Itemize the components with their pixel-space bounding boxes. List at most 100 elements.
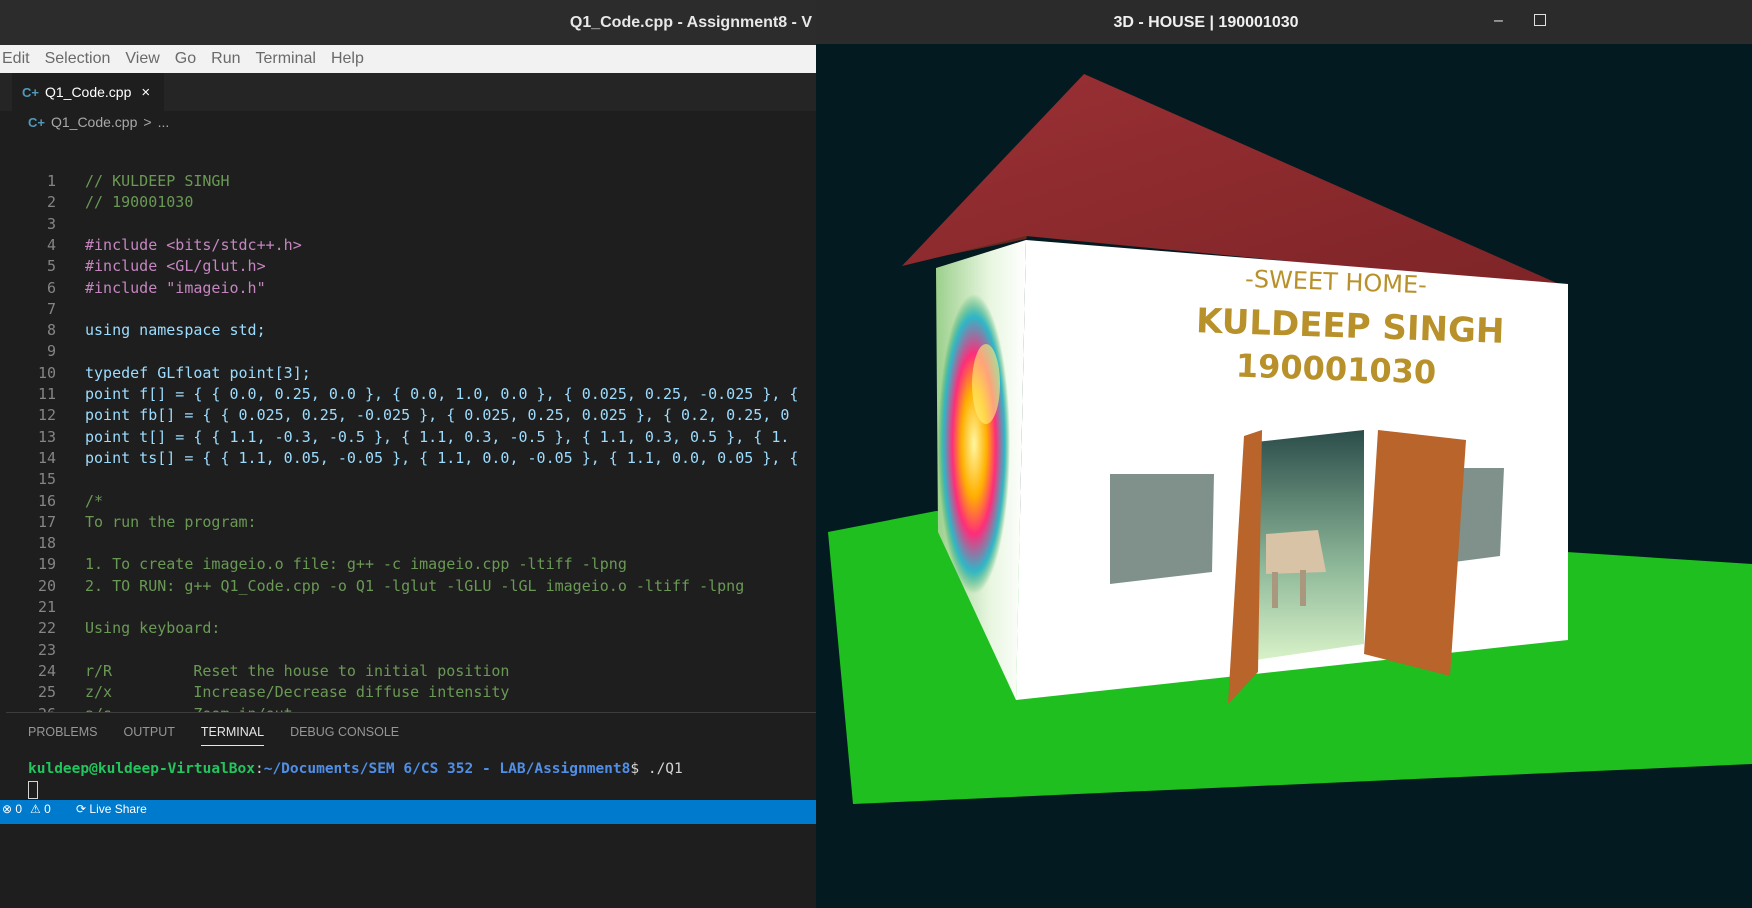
code-line[interactable]: 14 point ts[] = { { 1.1, 0.05, -0.05 }, {…	[0, 449, 816, 470]
gl-titlebar[interactable]: 3D - HOUSE | 190001030 –	[816, 0, 1752, 44]
code-editor[interactable]: 1 // KULDEEP SINGH 2 // 190001030 3 4 #include…	[0, 172, 816, 712]
code-line[interactable]: 5 #include <GL/glut.h>	[0, 257, 816, 278]
line-number: 23	[37, 640, 56, 659]
code-text: a/s Zoom in/out	[85, 705, 293, 713]
close-icon[interactable]: ×	[141, 84, 150, 101]
tab-q1-code[interactable]: C+ Q1_Code.cpp ×	[12, 73, 164, 111]
line-number: 12	[37, 406, 56, 425]
table-leg	[1300, 570, 1306, 606]
line-number: 6	[46, 278, 56, 297]
terminal-prompt-symbol: $	[630, 761, 648, 777]
code-line[interactable]: 2 // 190001030	[0, 193, 816, 214]
code-line[interactable]: 15	[0, 470, 816, 491]
terminal-command: ./Q1	[647, 761, 683, 777]
breadcrumb: C+ Q1_Code.cpp > ...	[28, 114, 169, 130]
code-line[interactable]: 4 #include <bits/stdc++.h>	[0, 236, 816, 257]
code-line[interactable]: 11 point f[] = { { 0.0, 0.25, 0.0 }, { 0.…	[0, 385, 816, 406]
line-number: 5	[46, 257, 56, 276]
line-number: 17	[37, 512, 56, 531]
code-line[interactable]: 22 Using keyboard:	[0, 619, 816, 640]
code-text: point ts[] = { { 1.1, 0.05, -0.05 }, { 1…	[85, 448, 799, 467]
opengl-window: 3D - HOUSE | 190001030 – -SWEET HOME- KU…	[816, 0, 1752, 908]
code-line[interactable]: 12 point fb[] = { { 0.025, 0.25, -0.025 }…	[0, 406, 816, 427]
code-text: #include "imageio.h"	[85, 278, 266, 297]
code-line[interactable]: 18	[0, 534, 816, 555]
gl-window-title: 3D - HOUSE | 190001030	[1113, 14, 1299, 31]
code-line[interactable]: 7	[0, 300, 816, 321]
line-number: 11	[37, 385, 56, 403]
line-number: 8	[46, 321, 56, 340]
code-text: typedef GLfloat point[3];	[85, 363, 311, 382]
code-text: To run the program:	[85, 512, 257, 531]
menu-run[interactable]: Run	[211, 50, 240, 68]
breadcrumb-more[interactable]: ...	[158, 114, 170, 130]
table-top	[1266, 530, 1326, 574]
code-line[interactable]: 26 a/s Zoom in/out	[0, 705, 816, 713]
live-share-button[interactable]: ⟳ Live Share	[76, 802, 147, 816]
line-number: 1	[46, 172, 56, 190]
code-line[interactable]: 20 2. TO RUN: g++ Q1_Code.cpp -o Q1 -lglu…	[0, 577, 816, 598]
code-line[interactable]: 1 // KULDEEP SINGH	[0, 172, 816, 193]
house-scene[interactable]	[816, 44, 1752, 908]
line-number: 16	[37, 491, 56, 510]
line-number: 25	[37, 683, 56, 702]
terminal-user: kuldeep@kuldeep-VirtualBox	[28, 761, 255, 777]
line-number: 14	[37, 448, 56, 467]
editor-tab-bar: C+ Q1_Code.cpp ×	[0, 73, 816, 111]
menu-bar: Edit Selection View Go Run Terminal Help	[0, 45, 816, 73]
line-number: 2	[46, 193, 56, 212]
code-line[interactable]: 8 using namespace std;	[0, 321, 816, 342]
code-text: z/x Increase/Decrease diffuse intensity	[85, 683, 510, 702]
errors-indicator[interactable]: ⊗ 0	[2, 802, 22, 816]
tab-output[interactable]: OUTPUT	[123, 725, 174, 746]
line-number: 9	[46, 342, 56, 361]
code-line[interactable]: 17 To run the program:	[0, 513, 816, 534]
tab-problems[interactable]: PROBLEMS	[28, 725, 97, 746]
bottom-panel: PROBLEMS OUTPUT TERMINAL DEBUG CONSOLE k…	[6, 712, 816, 809]
breadcrumb-file[interactable]: Q1_Code.cpp	[51, 114, 137, 130]
menu-selection[interactable]: Selection	[45, 50, 111, 68]
line-number: 7	[46, 299, 56, 318]
code-line[interactable]: 23	[0, 641, 816, 662]
tab-debug-console[interactable]: DEBUG CONSOLE	[290, 725, 399, 746]
code-text: 2. TO RUN: g++ Q1_Code.cpp -o Q1 -lglut …	[85, 576, 745, 595]
line-number: 18	[37, 534, 56, 553]
panel-tabs: PROBLEMS OUTPUT TERMINAL DEBUG CONSOLE	[28, 725, 425, 746]
code-line[interactable]: 24 r/R Reset the house to initial positio…	[0, 662, 816, 683]
code-text: // 190001030	[85, 193, 194, 212]
table-leg	[1272, 572, 1278, 608]
code-line[interactable]: 21	[0, 598, 816, 619]
menu-edit[interactable]: Edit	[2, 50, 30, 68]
code-line[interactable]: 19 1. To create imageio.o file: g++ -c im…	[0, 555, 816, 576]
vscode-window: Q1_Code.cpp - Assignment8 - V Edit Selec…	[0, 0, 816, 908]
line-number: 21	[37, 598, 56, 616]
minimize-button[interactable]: –	[1494, 12, 1503, 30]
code-line[interactable]: 16 /*	[0, 492, 816, 513]
flower-painting-center	[972, 344, 1000, 424]
code-text: r/R Reset the house to initial position	[85, 661, 510, 680]
menu-terminal[interactable]: Terminal	[256, 50, 316, 68]
tab-terminal[interactable]: TERMINAL	[200, 725, 265, 746]
warnings-indicator[interactable]: ⚠ 0	[30, 802, 51, 816]
menu-help[interactable]: Help	[331, 50, 364, 68]
flower-painting	[938, 294, 1010, 594]
maximize-button[interactable]	[1534, 14, 1546, 26]
code-line[interactable]: 10 typedef GLfloat point[3];	[0, 364, 816, 385]
code-line[interactable]: 13 point t[] = { { 1.1, -0.3, -0.5 }, { 1…	[0, 428, 816, 449]
code-text: #include <GL/glut.h>	[85, 257, 266, 276]
code-text: point t[] = { { 1.1, -0.3, -0.5 }, { 1.1…	[85, 427, 790, 446]
code-line[interactable]: 3	[0, 215, 816, 236]
menu-view[interactable]: View	[125, 50, 159, 68]
code-line[interactable]: 6 #include "imageio.h"	[0, 279, 816, 300]
code-line[interactable]: 25 z/x Increase/Decrease diffuse intensit…	[0, 683, 816, 704]
code-line[interactable]: 9	[0, 342, 816, 363]
line-number: 4	[46, 235, 56, 254]
line-number: 19	[37, 555, 56, 574]
line-number: 3	[46, 214, 56, 233]
vscode-titlebar[interactable]: Q1_Code.cpp - Assignment8 - V	[0, 0, 816, 45]
menu-go[interactable]: Go	[175, 50, 196, 68]
code-text: // KULDEEP SINGH	[85, 172, 230, 190]
tab-label: Q1_Code.cpp	[44, 84, 132, 100]
terminal-colon: :	[254, 761, 264, 777]
terminal-prompt-line[interactable]: kuldeep@kuldeep-VirtualBox:~/Documents/S…	[28, 761, 683, 777]
